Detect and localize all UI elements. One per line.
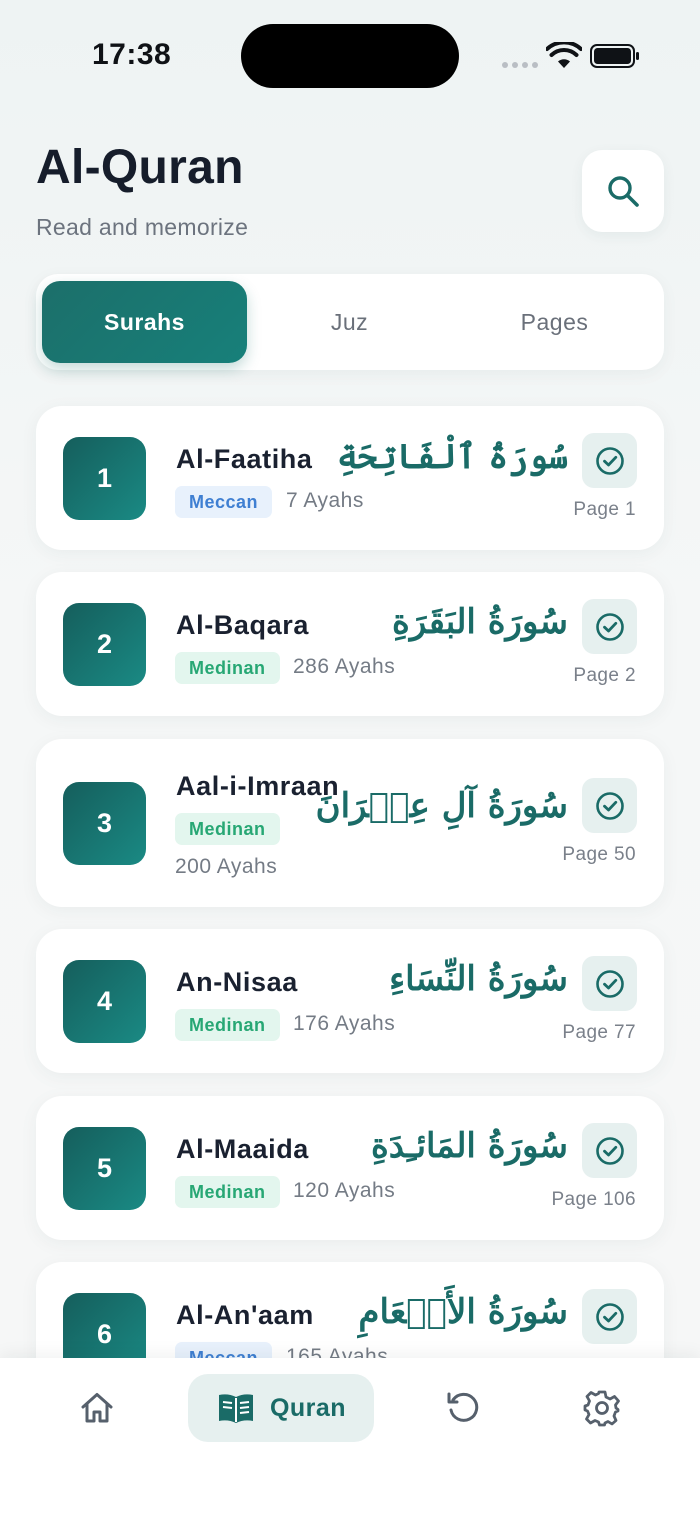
page-label: Page 77 bbox=[562, 1022, 636, 1043]
bottom-nav: Quran bbox=[0, 1358, 700, 1515]
history-icon bbox=[447, 1392, 479, 1422]
nav-quran[interactable]: Quran bbox=[188, 1374, 374, 1442]
surah-name: An-Nisaa bbox=[176, 967, 298, 997]
app-screen: 17:38 Al-Quran Read and memorize Surahs … bbox=[0, 0, 700, 1515]
surah-number-badge: 1 bbox=[63, 437, 146, 520]
check-circle-icon bbox=[595, 791, 624, 820]
surah-card[interactable]: 1 Al-Faatiha Meccan 7 Ayahs سُورَةُ ٱلْف… bbox=[36, 406, 664, 550]
check-circle-icon bbox=[595, 1302, 624, 1331]
mark-read-button[interactable] bbox=[582, 599, 637, 654]
book-icon bbox=[218, 1394, 253, 1423]
ayah-count: 165 Ayahs bbox=[286, 1345, 389, 1358]
surah-arabic-name: سُورَةُ آلِ عِمۡرَانَ bbox=[315, 786, 568, 826]
check-circle-icon bbox=[595, 446, 624, 475]
surah-number-badge: 3 bbox=[63, 782, 146, 865]
revelation-badge: Medinan bbox=[175, 1009, 280, 1041]
page-label: Page 50 bbox=[562, 844, 636, 865]
page-label: Page 1 bbox=[573, 499, 636, 520]
settings-icon bbox=[583, 1390, 620, 1427]
surah-number-badge: 4 bbox=[63, 960, 146, 1043]
surah-card[interactable]: 6 Al-An'aam Meccan 165 Ayahs سُورَةُ الأ… bbox=[36, 1262, 664, 1358]
surah-arabic-name: سُورَةُ النِّسَاءِ bbox=[389, 959, 568, 999]
surah-card[interactable]: 3 Aal-i-Imraan Medinan 200 Ayahs سُورَةُ… bbox=[36, 739, 664, 907]
surah-arabic-name: سُورَةُ المَائـِدَةِ bbox=[370, 1126, 568, 1166]
revelation-badge: Medinan bbox=[175, 1176, 280, 1208]
revelation-badge: Medinan bbox=[175, 813, 280, 845]
mark-read-button[interactable] bbox=[582, 778, 637, 833]
nav-quran-label: Quran bbox=[269, 1393, 347, 1422]
surah-name: Al-An'aam bbox=[176, 1300, 314, 1330]
nav-settings[interactable] bbox=[567, 1374, 637, 1442]
mark-read-button[interactable] bbox=[582, 433, 637, 488]
surah-card[interactable]: 4 An-Nisaa Medinan 176 Ayahs سُورَةُ الن… bbox=[36, 929, 664, 1073]
surah-card[interactable]: 2 Al-Baqara Medinan 286 Ayahs سُورَةُ ال… bbox=[36, 572, 664, 716]
revelation-badge: Meccan bbox=[175, 486, 273, 518]
surah-name: Al-Faatiha bbox=[176, 444, 313, 474]
surah-name: Al-Maaida bbox=[176, 1134, 309, 1164]
ayah-count: 200 Ayahs bbox=[175, 855, 278, 878]
surah-arabic-name: سُورَةُ ٱلْفَاتِحَةِ bbox=[337, 437, 568, 477]
ayah-count: 120 Ayahs bbox=[293, 1179, 396, 1202]
mark-read-button[interactable] bbox=[582, 1123, 637, 1178]
surah-number-badge: 5 bbox=[63, 1127, 146, 1210]
page-label: Page 106 bbox=[551, 1189, 636, 1210]
page-label: Page 2 bbox=[573, 665, 636, 686]
check-circle-icon bbox=[595, 612, 624, 641]
surah-number-badge: 2 bbox=[63, 603, 146, 686]
surah-list: 1 Al-Faatiha Meccan 7 Ayahs سُورَةُ ٱلْف… bbox=[0, 0, 700, 1358]
revelation-badge: Medinan bbox=[175, 652, 280, 684]
nav-history[interactable] bbox=[428, 1374, 498, 1442]
surah-arabic-name: سُورَةُ الأَنۡعَامِ bbox=[358, 1292, 568, 1332]
check-circle-icon bbox=[595, 969, 624, 998]
ayah-count: 176 Ayahs bbox=[293, 1012, 396, 1035]
surah-name: Al-Baqara bbox=[176, 610, 309, 640]
surah-number-badge: 6 bbox=[63, 1293, 146, 1358]
mark-read-button[interactable] bbox=[582, 956, 637, 1011]
check-circle-icon bbox=[595, 1136, 624, 1165]
nav-home[interactable] bbox=[62, 1374, 132, 1442]
surah-card[interactable]: 5 Al-Maaida Medinan 120 Ayahs سُورَةُ ال… bbox=[36, 1096, 664, 1240]
revelation-badge: Meccan bbox=[175, 1342, 273, 1358]
home-icon bbox=[81, 1393, 113, 1423]
ayah-count: 7 Ayahs bbox=[286, 489, 364, 512]
surah-arabic-name: سُورَةُ البَقَرَةِ bbox=[392, 602, 568, 642]
mark-read-button[interactable] bbox=[582, 1289, 637, 1344]
ayah-count: 286 Ayahs bbox=[293, 655, 396, 678]
